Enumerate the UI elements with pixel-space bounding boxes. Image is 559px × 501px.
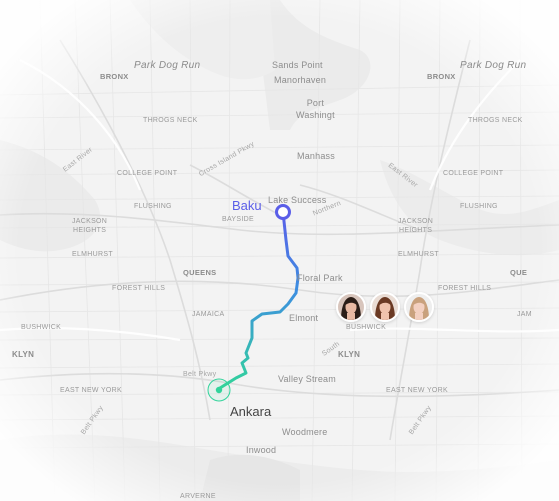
label-inwood: Inwood bbox=[246, 445, 277, 455]
label-bronx-right: BRONX bbox=[427, 72, 456, 81]
label-jamaica-right-edge: JAM bbox=[517, 311, 532, 318]
route-end-label: Ankara bbox=[230, 404, 272, 419]
route-start-label: Baku bbox=[232, 198, 262, 213]
label-elmhurst: ELMHURST bbox=[72, 251, 113, 258]
label-forest-hills: FOREST HILLS bbox=[112, 285, 166, 292]
label-klyn-right: KLYN bbox=[338, 350, 361, 359]
label-elmont: Elmont bbox=[289, 313, 319, 323]
label-throgs-neck-right: THROGS NECK bbox=[468, 117, 523, 124]
label-east-new-york: EAST NEW YORK bbox=[60, 387, 122, 394]
label-throgs-neck: THROGS NECK bbox=[143, 117, 198, 124]
avatar-group[interactable] bbox=[336, 292, 434, 322]
label-bushwick-right: BUSHWICK bbox=[346, 324, 387, 331]
label-flushing-right: FLUSHING bbox=[460, 203, 498, 210]
label-lake-success: Lake Success bbox=[268, 195, 327, 205]
label-bushwick: BUSHWICK bbox=[21, 324, 62, 331]
label-jackson-heights: JACKSON HEIGHTS bbox=[72, 218, 108, 234]
label-elmhurst-right: ELMHURST bbox=[398, 251, 439, 258]
start-marker bbox=[275, 204, 291, 220]
label-port-washington: Port Washingt bbox=[296, 98, 335, 120]
label-college-point: COLLEGE POINT bbox=[117, 170, 178, 177]
label-park-dog-run: Park Dog Run bbox=[134, 60, 201, 71]
label-klyn: KLYN bbox=[12, 350, 35, 359]
label-bronx: BRONX bbox=[100, 72, 129, 81]
label-flushing: FLUSHING bbox=[134, 203, 172, 210]
label-bayside: BAYSIDE bbox=[222, 216, 254, 223]
avatar-1[interactable] bbox=[336, 292, 366, 322]
label-park-dog-run-right: Park Dog Run bbox=[460, 60, 527, 71]
label-belt-pkwy: Belt Pkwy bbox=[183, 371, 217, 378]
label-east-new-york-right: EAST NEW YORK bbox=[386, 387, 448, 394]
avatar-3[interactable] bbox=[404, 292, 434, 322]
label-floral-park: Floral Park bbox=[297, 273, 343, 283]
label-valley-stream: Valley Stream bbox=[278, 374, 336, 384]
label-queens-right-edge: QUE bbox=[510, 268, 528, 277]
label-jackson-heights-right: JACKSON HEIGHTS bbox=[398, 218, 434, 234]
label-forest-hills-right: FOREST HILLS bbox=[438, 285, 492, 292]
label-queens: QUEENS bbox=[183, 268, 217, 277]
label-manorhaven: Manorhaven bbox=[274, 75, 327, 85]
label-woodmere: Woodmere bbox=[282, 427, 328, 437]
label-college-point-right: COLLEGE POINT bbox=[443, 170, 504, 177]
label-arverne: ARVERNE bbox=[180, 493, 216, 500]
label-sands-point: Sands Point bbox=[272, 60, 323, 70]
map-widget[interactable]: Park Dog Run Park Dog Run BRONX BRONX Sa… bbox=[0, 0, 559, 501]
label-jamaica: JAMAICA bbox=[192, 311, 225, 318]
end-marker bbox=[215, 386, 223, 394]
avatar-2[interactable] bbox=[370, 292, 400, 322]
label-manhasset: Manhass bbox=[297, 151, 335, 161]
